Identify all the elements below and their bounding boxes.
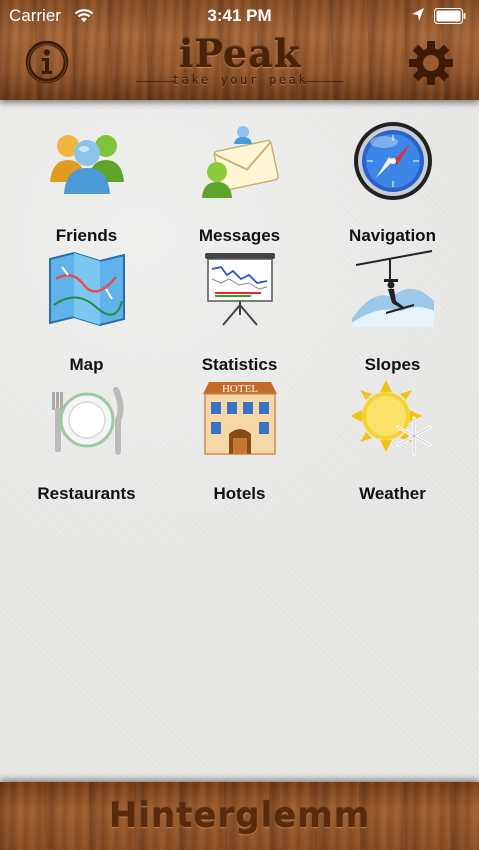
menu-label: Statistics <box>201 355 278 374</box>
ski-lift-icon <box>352 250 434 327</box>
plate-cutlery-icon <box>52 387 124 455</box>
map-icon <box>49 251 125 327</box>
info-icon[interactable] <box>24 39 70 85</box>
menu-item-statistics[interactable]: Statistics <box>160 249 319 374</box>
menu-label: Messages <box>198 226 281 245</box>
menu-item-map[interactable]: Map <box>7 249 166 374</box>
clock: 3:41 PM <box>207 6 272 25</box>
menu-label: Map <box>69 355 104 374</box>
friends-icon <box>50 135 124 194</box>
top-wood-bar: Carrier 3:41 PM iPeak take your peak <box>0 0 479 100</box>
gear-icon[interactable] <box>407 39 455 87</box>
messages-icon <box>202 126 279 198</box>
resort-location: Hinterglemm <box>108 796 371 836</box>
menu-item-hotels[interactable]: HOTEL Hotels <box>160 378 319 503</box>
status-bar: Carrier 3:41 PM <box>0 0 479 32</box>
compass-icon <box>354 122 432 200</box>
location-arrow-icon <box>412 8 424 21</box>
statistics-icon <box>205 253 275 326</box>
menu-item-navigation[interactable]: Navigation <box>313 120 472 245</box>
hotel-icon: HOTEL <box>203 382 277 455</box>
sun-snowflake-icon <box>352 380 432 456</box>
menu-label: Hotels <box>213 484 266 503</box>
bottom-wood-bar: Hinterglemm <box>0 782 479 850</box>
menu-label: Slopes <box>364 355 421 374</box>
menu-item-restaurants[interactable]: Restaurants <box>7 378 166 503</box>
menu-label: Restaurants <box>37 484 136 503</box>
menu-label: Friends <box>55 226 118 245</box>
menu-item-friends[interactable]: Friends <box>7 120 166 245</box>
menu-item-messages[interactable]: Messages <box>160 120 319 245</box>
menu-label: Weather <box>359 484 426 503</box>
menu-label: Navigation <box>349 226 436 245</box>
battery-full-icon <box>434 8 466 24</box>
menu-item-weather[interactable]: Weather <box>313 378 472 503</box>
hotel-sign-text: HOTEL <box>222 383 258 395</box>
menu-item-slopes[interactable]: Slopes <box>313 249 472 374</box>
app-tagline: take your peak <box>171 73 309 87</box>
menu-grid: Friends Messages Navigation Map Statisti… <box>0 100 479 782</box>
tagline-rule-right <box>305 81 343 82</box>
app-title: iPeak <box>178 31 302 76</box>
